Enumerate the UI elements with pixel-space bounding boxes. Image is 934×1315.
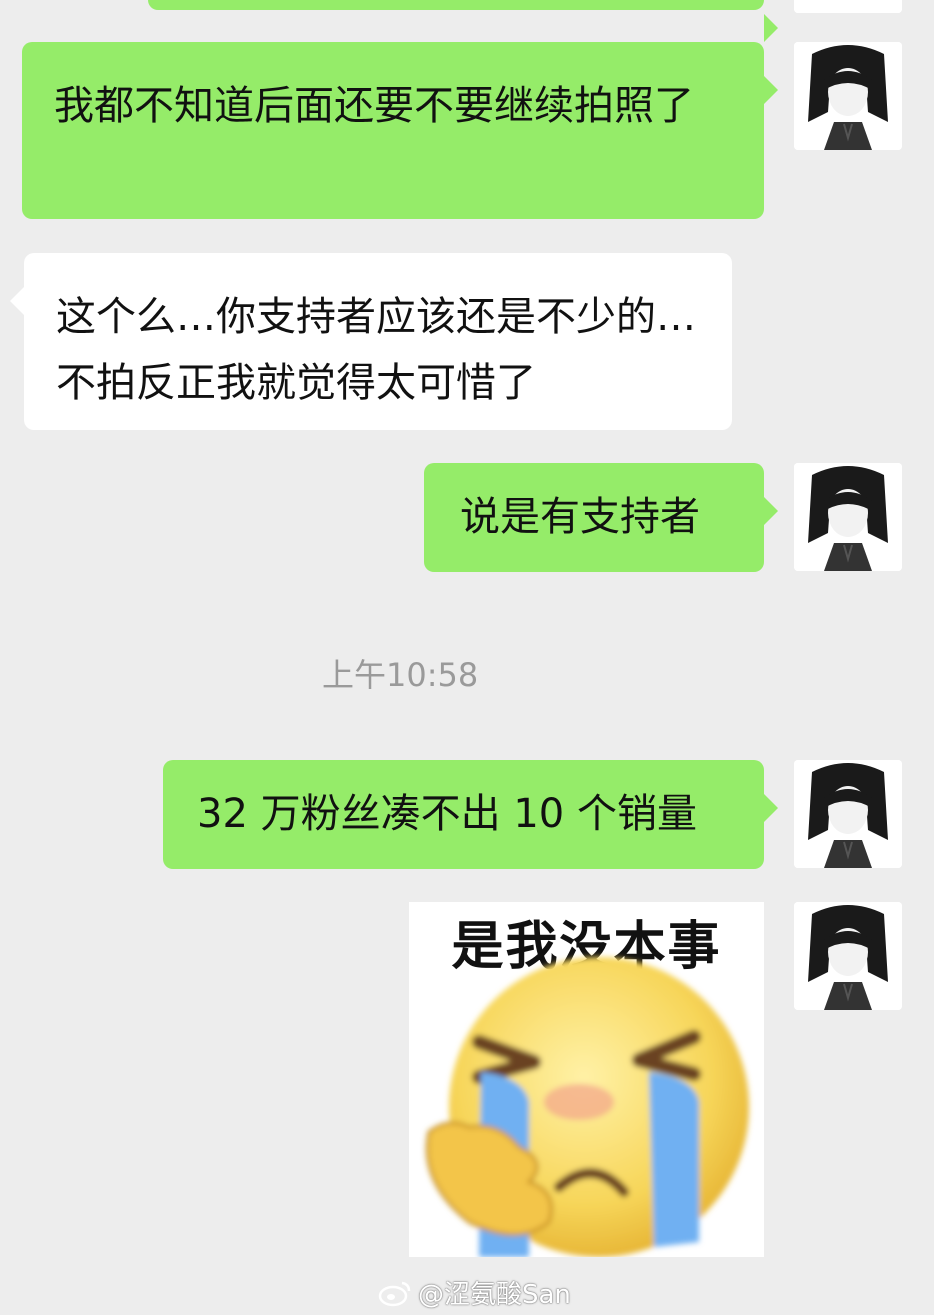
watermark-text: @涩氨酸San: [418, 1280, 571, 1310]
weibo-logo-icon: [378, 1281, 411, 1306]
message-text: 说是有支持者: [460, 494, 700, 540]
my-message-bubble[interactable]: 说是有支持者: [424, 463, 778, 572]
avatar-top-partial[interactable]: [794, 0, 902, 13]
watermark: @涩氨酸San: [378, 1274, 571, 1311]
message-text: 32 万粉丝凑不出 10 个销量: [197, 791, 697, 837]
previous-message-bubble[interactable]: [148, 0, 778, 42]
avatar[interactable]: [794, 902, 902, 1010]
my-message-bubble[interactable]: 我都不知道后面还要不要继续拍照了: [22, 42, 778, 219]
message-text: 这个么…你支持者应该还是不少的…不拍反正我就觉得太可惜了: [56, 294, 696, 406]
my-message-bubble[interactable]: 32 万粉丝凑不出 10 个销量: [163, 760, 778, 869]
sticker-message[interactable]: 是我没本事: [409, 902, 764, 1257]
message-text: 我都不知道后面还要不要继续拍照了: [54, 83, 694, 129]
avatar[interactable]: [794, 760, 902, 868]
avatar[interactable]: [794, 42, 902, 150]
avatar[interactable]: [794, 463, 902, 571]
message-timestamp: 上午10:58: [322, 656, 479, 694]
their-message-bubble[interactable]: 这个么…你支持者应该还是不少的…不拍反正我就觉得太可惜了: [10, 253, 732, 430]
crying-emoji-icon: [425, 957, 749, 1257]
